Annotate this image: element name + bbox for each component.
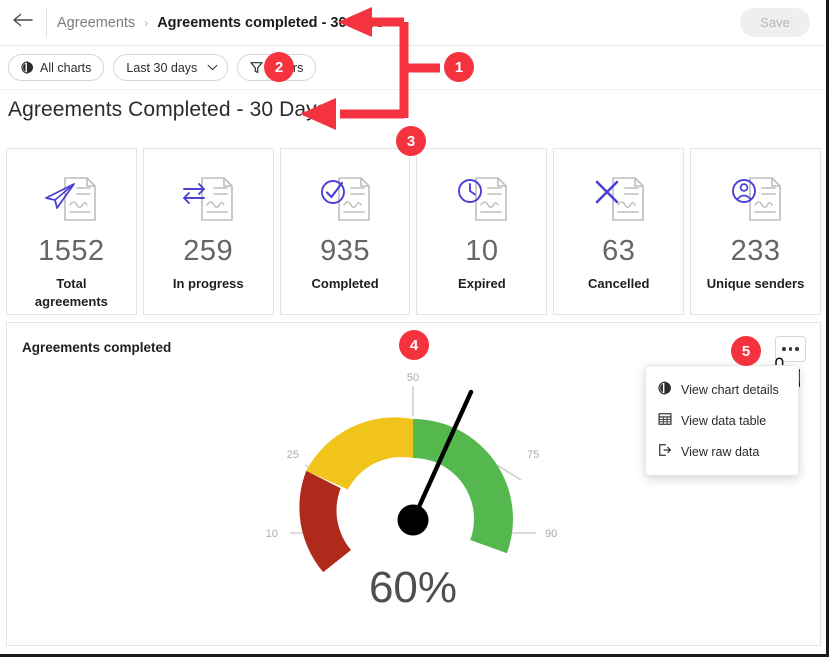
app-window: Agreements › Agreements completed - 30 d…	[0, 0, 829, 657]
paper-plane-document-icon	[39, 169, 103, 231]
kpi-value: 63	[602, 235, 636, 267]
more-options-icon	[788, 347, 793, 351]
user-circle-document-icon	[724, 169, 788, 231]
table-grid-icon	[658, 412, 672, 429]
x-mark-document-icon	[587, 169, 651, 231]
kpi-value: 935	[320, 235, 371, 267]
toolbar-divider	[46, 7, 47, 38]
chart-panel-title: Agreements completed	[22, 340, 172, 355]
kpi-card-unique-senders[interactable]: 233 Unique senders	[690, 148, 821, 315]
back-button[interactable]	[0, 1, 44, 45]
gauge-needle-hub	[397, 504, 429, 536]
breadcrumb-current: Agreements completed - 30 days	[157, 14, 384, 31]
gauge-value-label: 60%	[369, 563, 457, 612]
gauge-tick-label: 75	[527, 449, 539, 461]
chart-toolbar: All charts Last 30 days Filters	[0, 46, 826, 90]
menu-item-view-chart-details[interactable]: View chart details	[646, 374, 798, 405]
check-circle-document-icon	[313, 169, 377, 231]
kpi-value: 233	[730, 235, 781, 267]
kpi-card-row: 1552 Total agreements 259 In progress 93…	[6, 148, 821, 315]
kpi-card-completed[interactable]: 935 Completed	[279, 148, 411, 315]
gauge-tick-label: 90	[545, 528, 557, 540]
all-charts-button[interactable]: All charts	[8, 54, 105, 81]
menu-item-label: View chart details	[681, 382, 779, 397]
all-charts-label: All charts	[40, 60, 92, 75]
kpi-card-cancelled[interactable]: 63 Cancelled	[553, 148, 685, 315]
breadcrumb-root[interactable]: Agreements	[57, 15, 135, 31]
page-title: Agreements Completed - 30 Days	[8, 98, 328, 121]
kpi-label: Expired	[458, 276, 506, 291]
kpi-card-total-agreements[interactable]: 1552 Total agreements	[6, 148, 137, 315]
filter-funnel-icon	[250, 61, 263, 74]
chevron-down-icon	[207, 64, 218, 71]
menu-item-label: View data table	[681, 413, 767, 428]
more-options-icon	[782, 347, 786, 351]
filters-label: Filters	[269, 60, 304, 75]
chart-options-menu: View chart details View data table View …	[645, 365, 799, 476]
clock-document-icon	[450, 169, 514, 231]
gauge-tick-label: 50	[407, 372, 419, 384]
kpi-card-expired[interactable]: 10 Expired	[416, 148, 548, 315]
gauge-bands	[299, 417, 513, 573]
kpi-value: 10	[465, 235, 499, 267]
gauge-tick-label: 10	[266, 528, 278, 540]
kpi-label: In progress	[172, 276, 244, 291]
kpi-label: Unique senders	[706, 276, 805, 291]
menu-item-label: View raw data	[681, 444, 760, 459]
kpi-label: Total agreements	[34, 276, 108, 309]
breadcrumb-separator: ›	[144, 15, 149, 30]
kpi-label: Completed	[311, 276, 379, 291]
menu-item-view-data-table[interactable]: View data table	[646, 405, 798, 436]
gauge-tick-label: 25	[287, 449, 299, 461]
date-range-select[interactable]: Last 30 days	[113, 54, 229, 81]
kpi-card-in-progress[interactable]: 259 In progress	[142, 148, 274, 315]
gauge-band-medium	[306, 417, 413, 490]
arrow-left-icon	[11, 11, 33, 34]
menu-item-view-raw-data[interactable]: View raw data	[646, 436, 798, 467]
kpi-value: 1552	[38, 235, 105, 267]
more-options-icon	[795, 347, 799, 351]
exchange-arrows-document-icon	[176, 169, 240, 231]
export-arrow-icon	[658, 443, 672, 460]
kpi-value: 259	[183, 235, 234, 267]
filters-button[interactable]: Filters	[237, 54, 317, 81]
date-range-label: Last 30 days	[126, 60, 198, 75]
save-button[interactable]: Save	[740, 8, 810, 37]
pie-chart-icon	[21, 61, 34, 74]
top-bar: Agreements › Agreements completed - 30 d…	[0, 0, 826, 46]
breadcrumb: Agreements › Agreements completed - 30 d…	[57, 15, 384, 31]
pie-chart-icon	[658, 381, 672, 398]
kpi-label: Cancelled	[588, 276, 650, 291]
